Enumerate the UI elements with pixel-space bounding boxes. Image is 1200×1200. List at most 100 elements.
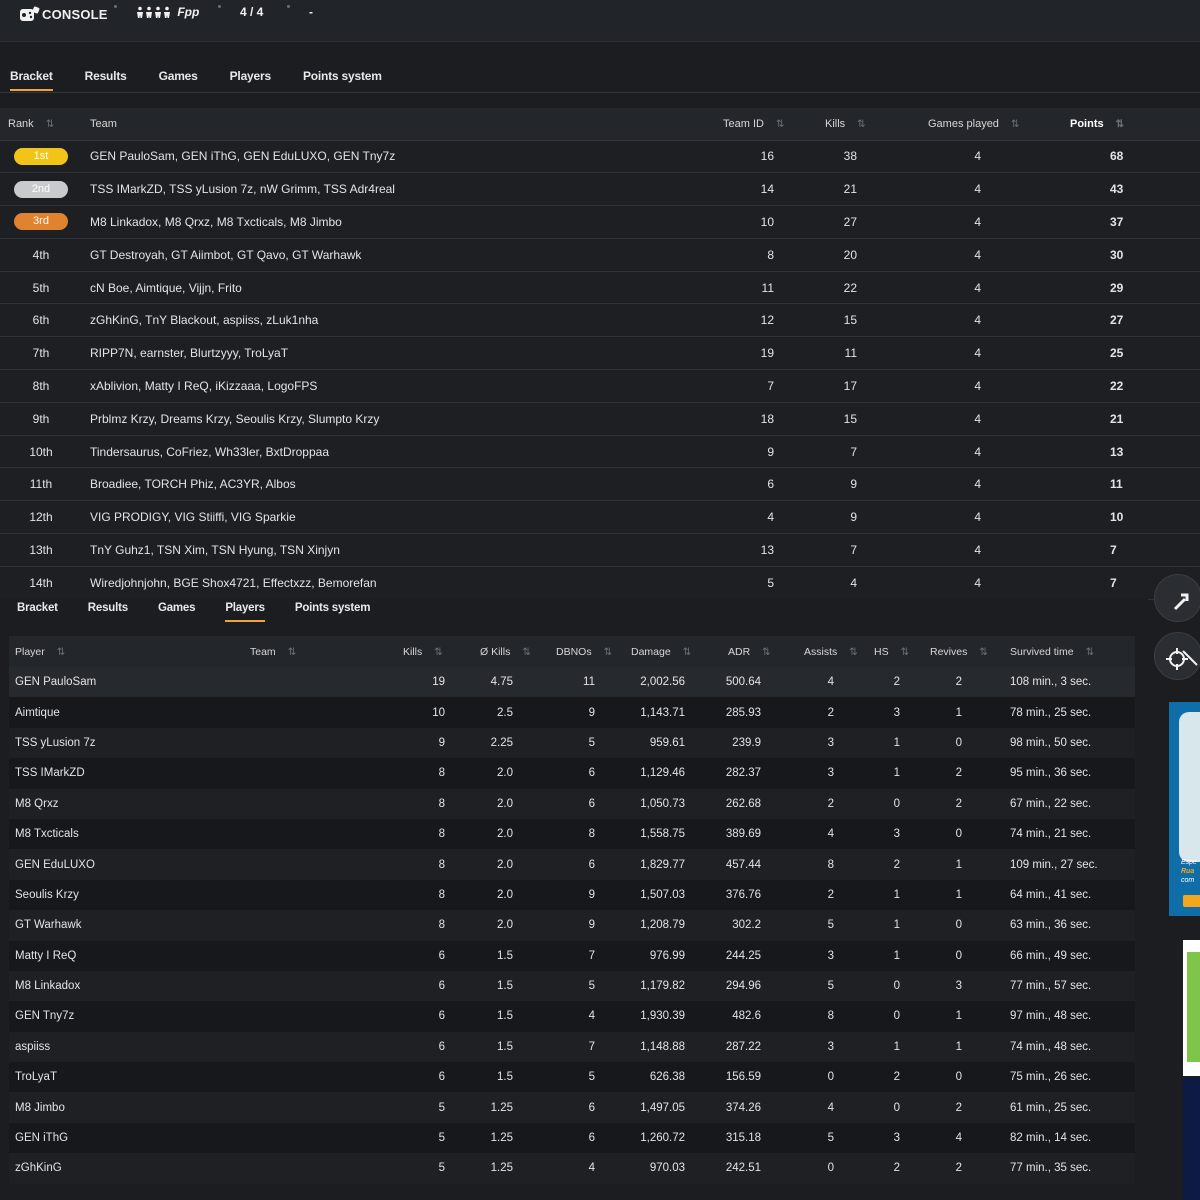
- col-header-player[interactable]: Player ⇅: [9, 636, 244, 667]
- col-header-games-played[interactable]: Games played ⇅: [884, 108, 1039, 141]
- player-avg-kills-cell: 1.25: [454, 1092, 534, 1123]
- tab-players[interactable]: Players: [230, 69, 272, 83]
- sort-icon[interactable]: ⇅: [776, 119, 784, 130]
- player-row[interactable]: M8 Qrxz 8 2.0 6 1,050.73 262.68 2 0 2 67…: [9, 788, 1135, 819]
- rank-badge: 3rd: [14, 213, 68, 231]
- advertisement-banner[interactable]: Espe Rua com: [1169, 702, 1200, 916]
- player-row[interactable]: GEN iThG 5 1.25 6 1,260.72 315.18 5 3 4 …: [9, 1122, 1135, 1154]
- player-row[interactable]: TroLyaT 6 1.5 5 626.38 156.59 0 2 0 75 m…: [9, 1062, 1135, 1093]
- col-header-kills[interactable]: Kills ⇅: [782, 108, 884, 141]
- sort-icon[interactable]: ⇅: [288, 647, 296, 658]
- tab-games[interactable]: Games: [159, 69, 198, 83]
- player-row[interactable]: Matty I ReQ 6 1.5 7 976.99 244.25 3 1 0 …: [9, 940, 1135, 971]
- sort-icon[interactable]: ⇅: [901, 647, 909, 658]
- sort-icon[interactable]: ⇅: [1011, 119, 1019, 130]
- tab-bracket[interactable]: Bracket: [17, 602, 58, 614]
- col-header-points[interactable]: Points ⇅: [1039, 108, 1200, 141]
- player-name-cell[interactable]: GT Warhawk: [9, 910, 244, 941]
- player-damage-cell: 959.61: [609, 727, 705, 759]
- col-header-damage[interactable]: Damage ⇅: [609, 636, 705, 667]
- tab-players[interactable]: Players: [225, 602, 265, 622]
- tab-bracket[interactable]: Bracket: [10, 69, 53, 91]
- player-name-cell[interactable]: TroLyaT: [9, 1062, 244, 1093]
- logo[interactable]: CONSOLE: [18, 4, 108, 24]
- col-header-team[interactable]: Team ⇅: [244, 636, 394, 667]
- tab-results[interactable]: Results: [85, 69, 127, 83]
- player-name-cell[interactable]: GEN PauloSam: [9, 667, 244, 698]
- sort-icon[interactable]: ⇅: [683, 647, 691, 658]
- sort-icon[interactable]: ⇅: [857, 119, 865, 130]
- sort-icon[interactable]: ⇅: [604, 647, 612, 658]
- sort-icon[interactable]: ⇅: [979, 647, 987, 658]
- sort-icon[interactable]: ⇅: [762, 647, 770, 658]
- player-name-cell[interactable]: Aimtique: [9, 697, 244, 728]
- player-row[interactable]: M8 Txcticals 8 2.0 8 1,558.75 389.69 4 3…: [9, 818, 1135, 850]
- player-survived-cell: 82 min., 14 sec.: [991, 1122, 1135, 1154]
- advertisement-banner[interactable]: [1183, 940, 1200, 1076]
- sort-icon[interactable]: ⇅: [522, 647, 530, 658]
- player-name-cell[interactable]: M8 Qrxz: [9, 788, 244, 819]
- player-assists-cell: 2: [781, 697, 858, 728]
- player-name-cell[interactable]: Matty I ReQ: [9, 940, 244, 971]
- sort-desc-icon[interactable]: ⇅: [434, 647, 442, 658]
- col-header-revives[interactable]: Revives ⇅: [914, 636, 991, 667]
- col-header-survived-time[interactable]: Survived time ⇅: [991, 636, 1135, 667]
- player-row[interactable]: M8 Jimbo 5 1.25 6 1,497.05 374.26 4 0 2 …: [9, 1092, 1135, 1123]
- player-row[interactable]: TSS yLusion 7z 9 2.25 5 959.61 239.9 3 1…: [9, 727, 1135, 759]
- col-header-kills[interactable]: Kills ⇅: [394, 636, 454, 667]
- player-name-cell[interactable]: GEN Tny7z: [9, 1001, 244, 1032]
- kills-cell: 21: [782, 172, 884, 207]
- ad-cta-button[interactable]: [1183, 895, 1200, 907]
- col-header-dbnos[interactable]: DBNOs ⇅: [534, 636, 612, 667]
- crosshair-button[interactable]: [1154, 632, 1200, 680]
- sort-icon[interactable]: ⇅: [849, 647, 857, 658]
- sort-icon[interactable]: ⇅: [57, 647, 65, 658]
- kills-cell: 27: [782, 205, 884, 239]
- player-row[interactable]: aspiiss 6 1.5 7 1,148.88 287.22 3 1 1 74…: [9, 1031, 1135, 1063]
- player-kills-cell: 8: [394, 849, 454, 880]
- col-header-rank[interactable]: Rank ⇅: [0, 108, 82, 141]
- player-adr-cell: 457.44: [705, 849, 781, 880]
- player-name-cell[interactable]: Seoulis Krzy: [9, 879, 244, 911]
- player-row[interactable]: Aimtique 10 2.5 9 1,143.71 285.93 2 3 1 …: [9, 697, 1135, 728]
- tab-points-system[interactable]: Points system: [295, 602, 371, 614]
- player-name-cell[interactable]: zGhKinG: [9, 1153, 244, 1184]
- player-team-cell: [244, 1153, 394, 1184]
- player-row[interactable]: GEN PauloSam 19 4.75 11 2,002.56 500.64 …: [9, 667, 1135, 698]
- player-row[interactable]: GEN Tny7z 6 1.5 4 1,930.39 482.6 8 0 1 9…: [9, 1001, 1135, 1032]
- player-kills-cell: 6: [394, 970, 454, 1002]
- sort-icon[interactable]: ⇅: [1086, 647, 1094, 658]
- tab-results[interactable]: Results: [88, 602, 128, 614]
- player-name-cell[interactable]: GEN EduLUXO: [9, 849, 244, 880]
- player-row[interactable]: GEN EduLUXO 8 2.0 6 1,829.77 457.44 8 2 …: [9, 849, 1135, 880]
- player-survived-cell: 97 min., 48 sec.: [991, 1001, 1135, 1032]
- advertisement-banner[interactable]: [1183, 1078, 1200, 1200]
- tab-points-system[interactable]: Points system: [303, 69, 382, 83]
- player-kills-cell: 8: [394, 788, 454, 819]
- tab-games[interactable]: Games: [158, 602, 196, 614]
- col-header-assists[interactable]: Assists ⇅: [781, 636, 858, 667]
- player-row[interactable]: TSS IMarkZD 8 2.0 6 1,129.46 282.37 3 1 …: [9, 758, 1135, 789]
- player-row[interactable]: M8 Linkadox 6 1.5 5 1,179.82 294.96 5 0 …: [9, 970, 1135, 1002]
- col-header-team-id[interactable]: Team ID ⇅: [682, 108, 784, 141]
- col-header-hs[interactable]: HS ⇅: [858, 636, 914, 667]
- share-button[interactable]: [1154, 574, 1200, 622]
- player-row[interactable]: Seoulis Krzy 8 2.0 9 1,507.03 376.76 2 1…: [9, 879, 1135, 911]
- player-team-cell: [244, 910, 394, 941]
- player-row[interactable]: GT Warhawk 8 2.0 9 1,208.79 302.2 5 1 0 …: [9, 910, 1135, 941]
- player-name-cell[interactable]: M8 Linkadox: [9, 970, 244, 1002]
- kills-cell: 15: [782, 402, 884, 436]
- player-name-cell[interactable]: TSS IMarkZD: [9, 758, 244, 789]
- player-name-cell[interactable]: M8 Jimbo: [9, 1092, 244, 1123]
- player-name-cell[interactable]: M8 Txcticals: [9, 818, 244, 850]
- player-name-cell[interactable]: GEN iThG: [9, 1122, 244, 1154]
- col-header-adr[interactable]: ADR ⇅: [705, 636, 781, 667]
- player-adr-cell: 239.9: [705, 727, 781, 759]
- col-header-avg-kills[interactable]: Ø Kills ⇅: [454, 636, 534, 667]
- player-name-cell[interactable]: aspiiss: [9, 1031, 244, 1063]
- sort-asc-icon[interactable]: ⇅: [46, 119, 54, 130]
- player-name-cell[interactable]: TSS yLusion 7z: [9, 727, 244, 759]
- player-dbnos-cell: 8: [534, 818, 609, 850]
- player-row[interactable]: zGhKinG 5 1.25 4 970.03 242.51 0 2 2 77 …: [9, 1153, 1135, 1184]
- sort-icon[interactable]: ⇅: [1116, 119, 1124, 130]
